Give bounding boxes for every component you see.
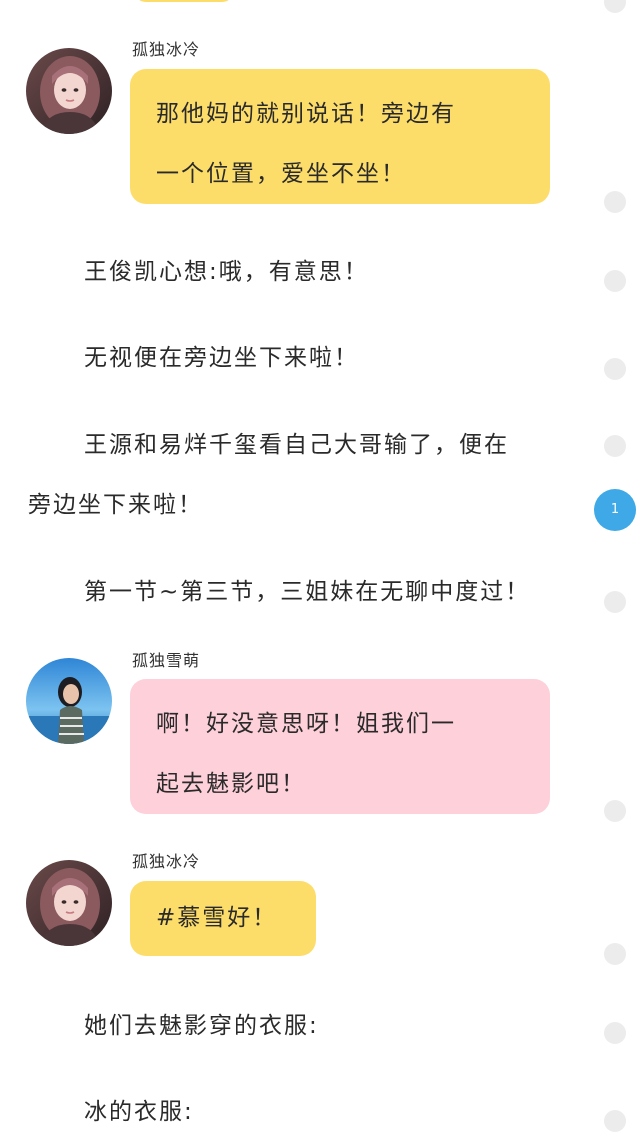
paragraph-comment-dot[interactable] bbox=[604, 800, 626, 822]
message-text: 起去魅影吧！ bbox=[156, 771, 306, 797]
message-bubble[interactable]: 那他妈的就别说话！旁边有 一个位置，爱坐不坐！ bbox=[130, 69, 550, 204]
sender-name: 孤独冰冷 bbox=[132, 40, 201, 59]
message-bubble[interactable]: 啊！好没意思呀！姐我们一 起去魅影吧！ bbox=[130, 679, 550, 814]
narration-text: 王源和易烊千玺看自己大哥输了，便在 bbox=[84, 432, 509, 458]
paragraph-comment-dot[interactable] bbox=[604, 191, 626, 213]
message-text: #慕雪好！ bbox=[156, 905, 278, 931]
avatar-girl-pink-hair-icon[interactable] bbox=[26, 48, 112, 134]
avatar-girl-seaside-icon[interactable] bbox=[26, 658, 112, 744]
comment-count-badge[interactable]: 1 bbox=[594, 489, 636, 531]
paragraph-comment-dot[interactable] bbox=[604, 943, 626, 965]
narration-text: 她们去魅影穿的衣服: bbox=[84, 1013, 319, 1039]
paragraph-comment-dot[interactable] bbox=[604, 358, 626, 380]
narration-text: 王俊凯心想:哦，有意思！ bbox=[84, 259, 369, 285]
message-text: 那他妈的就别说话！旁边有 bbox=[156, 101, 456, 127]
message-text: 一个位置，爱坐不坐！ bbox=[156, 161, 406, 187]
avatar-girl-pink-hair-icon[interactable] bbox=[26, 860, 112, 946]
paragraph-comment-dot[interactable] bbox=[604, 435, 626, 457]
narration-text: 第一节~第三节，三姐妹在无聊中度过！ bbox=[84, 579, 531, 605]
sender-name: 孤独冰冷 bbox=[132, 852, 201, 871]
previous-message-bubble bbox=[134, 0, 234, 2]
paragraph-comment-dot[interactable] bbox=[604, 270, 626, 292]
message-text: 啊！好没意思呀！姐我们一 bbox=[156, 711, 456, 737]
paragraph-comment-dot[interactable] bbox=[604, 0, 626, 13]
sender-name: 孤独雪萌 bbox=[132, 651, 201, 670]
narration-text: 冰的衣服: bbox=[84, 1099, 194, 1125]
paragraph-comment-dot[interactable] bbox=[604, 1022, 626, 1044]
paragraph-comment-dot[interactable] bbox=[604, 591, 626, 613]
paragraph-comment-dot[interactable] bbox=[604, 1110, 626, 1132]
narration-text: 无视便在旁边坐下来啦！ bbox=[84, 345, 359, 371]
narration-text: 旁边坐下来啦！ bbox=[28, 492, 203, 518]
message-bubble[interactable]: #慕雪好！ bbox=[130, 881, 316, 956]
